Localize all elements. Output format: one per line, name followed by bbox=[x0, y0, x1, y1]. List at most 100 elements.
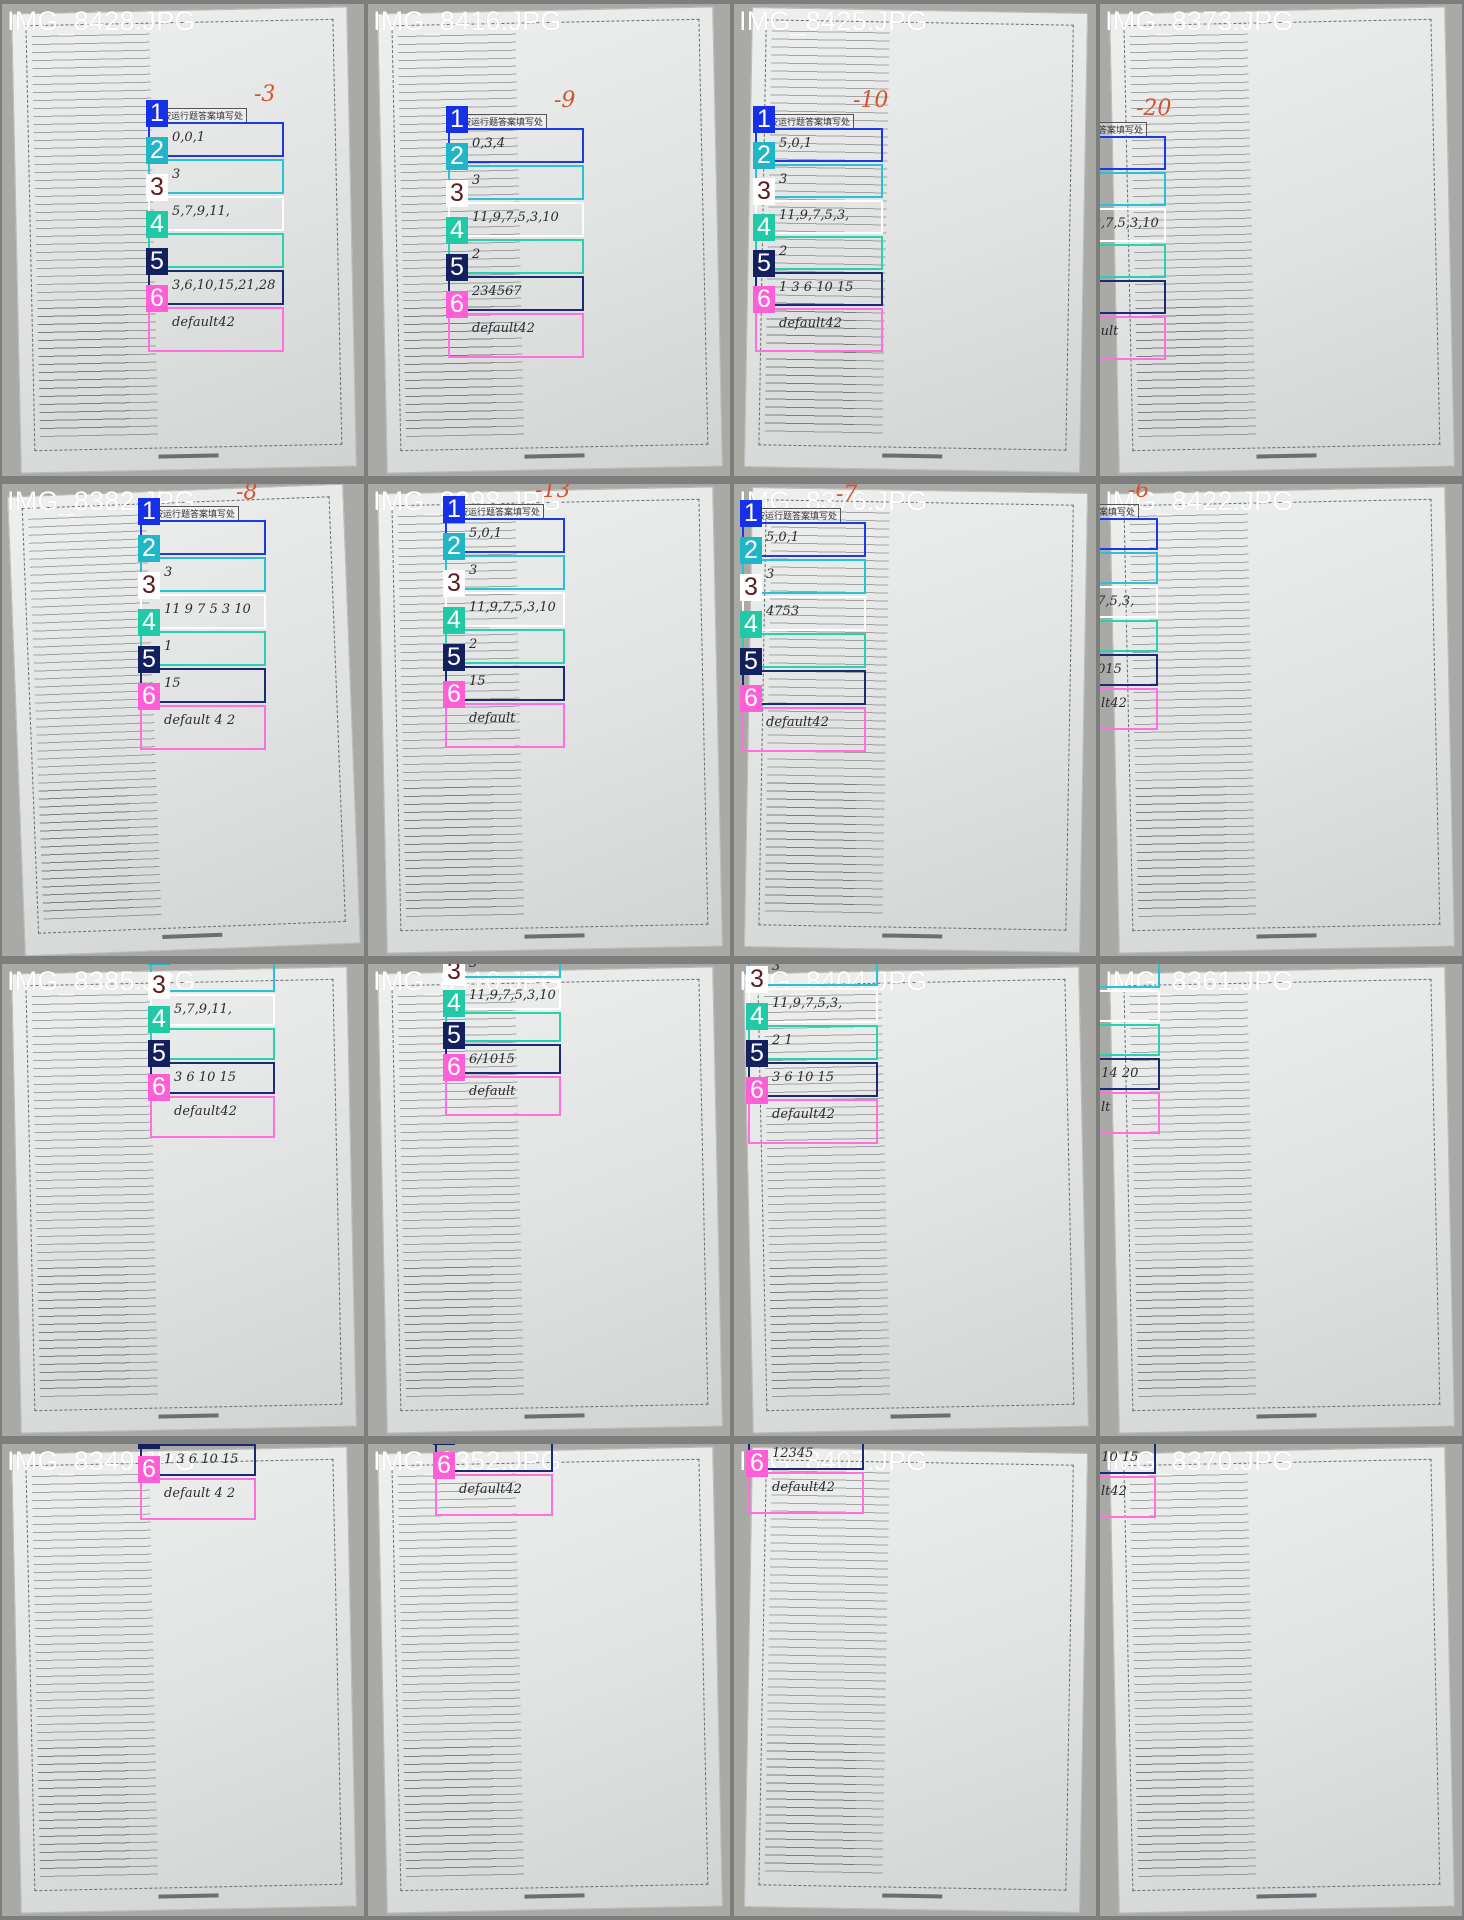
answer-box-4[interactable] bbox=[1100, 244, 1166, 278]
box-number-tag: 4 bbox=[138, 609, 160, 636]
filename-label: IMG_8373.JPG bbox=[1105, 6, 1294, 36]
box-number-tag: 5 bbox=[148, 1040, 170, 1067]
answer-area-header: 按运行题答案填写处 bbox=[752, 508, 842, 523]
printed-code-block bbox=[764, 777, 857, 909]
photo-tile[interactable]: IMG_8428.JPG 按运行题答案填写处 1 0,0,1 2 3 3 5,7,9,11, 4… bbox=[2, 4, 364, 476]
photo-tile[interactable]: IMG_8410.JPG按运行题答案填写处15,3,423311,9,7,5,3… bbox=[368, 964, 730, 1436]
page-footer bbox=[1256, 453, 1317, 459]
answer-box-2[interactable] bbox=[448, 165, 584, 200]
handwritten-answer: 5,7,9,11, bbox=[172, 204, 230, 219]
box-number-tag: 6 bbox=[740, 685, 762, 712]
box-number-tag: 6 bbox=[753, 286, 775, 313]
exam-paper-photo bbox=[1109, 1446, 1455, 1914]
answer-box-4[interactable] bbox=[448, 239, 584, 274]
handwritten-answer: 6/1015 bbox=[469, 1052, 515, 1067]
image-grid: IMG_8428.JPG 按运行题答案填写处 1 0,0,1 2 3 3 5,7,9,11, 4… bbox=[0, 0, 1464, 1920]
page-footer bbox=[524, 1413, 585, 1419]
answer-box-1[interactable] bbox=[448, 128, 584, 163]
page-footer bbox=[1256, 1413, 1317, 1419]
printed-code-block bbox=[38, 782, 134, 916]
box-number-tag: 5 bbox=[446, 254, 468, 281]
handwritten-answer: 11,9,7,5,3, bbox=[1100, 594, 1135, 609]
answer-box-4[interactable] bbox=[1100, 1024, 1160, 1056]
photo-tile[interactable]: IMG_8425.JPG 按运行题答案填写处 1 5,0,1 2 3 3 11,9,7,5,3… bbox=[734, 4, 1096, 476]
printed-code-block bbox=[1135, 781, 1228, 914]
handwritten-answer: 3 bbox=[766, 567, 775, 582]
answer-box-2[interactable] bbox=[148, 159, 284, 194]
handwritten-answer: 2 bbox=[779, 244, 788, 259]
photo-tile[interactable]: IMG_8382.JPG 按运行题答案填写处 1 2 3 3 11 9 7 5 3 10 4 1… bbox=[2, 484, 364, 956]
answer-box-1[interactable] bbox=[1100, 518, 1158, 550]
page-footer bbox=[882, 1893, 943, 1899]
photo-tile[interactable]: IMG_8361.JPG按运行题答案填写处125342 152 5 9 14 2… bbox=[1100, 964, 1462, 1436]
box-number-tag: 2 bbox=[446, 143, 468, 170]
photo-tile[interactable]: IMG_8407.JPG按运行题答案填写处13,0,123311,9,7,5,3… bbox=[734, 1444, 1096, 1916]
handwritten-answer: 4753 bbox=[766, 604, 800, 619]
handwritten-answer: 0,0,1 bbox=[172, 130, 206, 145]
answer-box-2[interactable] bbox=[1100, 964, 1160, 988]
page-footer bbox=[882, 453, 943, 459]
photo-tile[interactable]: IMG_8373.JPG按运行题答案填写处12311,9,7,5,3,10456… bbox=[1100, 4, 1462, 476]
box-number-tag: 4 bbox=[148, 1006, 170, 1033]
answer-box-4[interactable] bbox=[148, 233, 284, 268]
answer-area-header: 按运行题答案填写处 bbox=[158, 108, 248, 123]
handwritten-answer: 2 bbox=[472, 247, 481, 262]
box-number-tag: 5 bbox=[146, 248, 168, 275]
box-number-tag: 2 bbox=[148, 964, 170, 965]
box-number-tag: 4 bbox=[446, 217, 468, 244]
page-footer bbox=[158, 453, 219, 459]
grading-score-mark: -9 bbox=[554, 88, 576, 113]
handwritten-answer: default bbox=[1100, 1100, 1111, 1115]
handwritten-answer: default42 bbox=[459, 1482, 522, 1497]
handwritten-answer: 11,9,7,5,3,10 bbox=[469, 988, 556, 1003]
box-number-tag: 2 bbox=[740, 537, 762, 564]
page-footer bbox=[158, 1413, 219, 1419]
answer-box-4[interactable] bbox=[1100, 620, 1158, 652]
photo-tile[interactable]: IMG_8422.JPG按运行题答案填写处15,0,123311,9,7,5,3… bbox=[1100, 484, 1462, 956]
handwritten-answer: 3,6,10,15,21,28 bbox=[172, 278, 276, 293]
filename-label: IMG_8425.JPG bbox=[739, 6, 928, 36]
box-number-tag: 4 bbox=[443, 990, 465, 1017]
photo-tile[interactable]: IMG_8376.JPG 按运行题答案填写处 1 5,0,1 2 3 3 4753 4 5 6 def… bbox=[734, 484, 1096, 956]
page-footer bbox=[158, 1893, 219, 1899]
handwritten-answer: default42 bbox=[772, 1480, 835, 1495]
photo-tile[interactable]: IMG_8370.JPG按运行题答案填写处15,0,12333,5,7,9,11… bbox=[1100, 1444, 1462, 1916]
photo-tile[interactable]: IMG_8352.JPG按运行题答案填写处15,0,12334253456def… bbox=[368, 1444, 730, 1916]
photo-tile[interactable]: IMG_8416.JPG 按运行题答案填写处 1 0,3,4 2 3 3 11,9,7,5,3… bbox=[368, 4, 730, 476]
answer-box-2[interactable] bbox=[1100, 552, 1158, 584]
photo-tile[interactable]: IMG_8404.JPG按运行题答案填写处15,0,123311,9,7,5,3… bbox=[734, 964, 1096, 1436]
answer-box-1[interactable] bbox=[148, 122, 284, 157]
printed-code-block bbox=[764, 1737, 857, 1869]
answer-box-2[interactable] bbox=[1100, 172, 1166, 206]
photo-tile[interactable]: IMG_8385.JPG按运行题答案填写处15,0,1235,7,9,11,45… bbox=[2, 964, 364, 1436]
box-number-tag: 3 bbox=[148, 972, 170, 999]
printed-code-block bbox=[37, 301, 130, 434]
handwritten-answer: 15 bbox=[469, 674, 486, 689]
box-number-tag: 2 bbox=[753, 142, 775, 169]
handwritten-answer: default42 bbox=[766, 715, 829, 730]
answer-box-3[interactable] bbox=[1100, 990, 1160, 1022]
handwritten-answer: 1361015 bbox=[1100, 662, 1122, 677]
box-number-tag: 6 bbox=[746, 1077, 768, 1104]
box-number-tag: 5 bbox=[443, 644, 465, 671]
box-number-tag: 6 bbox=[746, 1450, 768, 1477]
handwritten-answer: 11,9,7,5,3, bbox=[772, 996, 843, 1011]
grading-score-mark: -20 bbox=[1136, 96, 1172, 121]
box-number-tag: 6 bbox=[433, 1452, 455, 1479]
handwritten-answer: 3 bbox=[779, 172, 788, 187]
page-footer bbox=[524, 453, 585, 459]
box-number-tag: 1 bbox=[443, 496, 465, 523]
box-number-tag: 3 bbox=[443, 570, 465, 597]
handwritten-answer: 11,9,7,5,3, bbox=[779, 208, 850, 223]
box-number-tag: 6 bbox=[138, 1456, 160, 1483]
box-number-tag: 3 bbox=[138, 572, 160, 599]
answer-box-1[interactable] bbox=[1100, 136, 1166, 170]
handwritten-answer: 1 bbox=[164, 639, 173, 654]
photo-tile[interactable]: IMG_8349.JPG按运行题答案填写处15,0,123311,9,7,5,3… bbox=[2, 1444, 364, 1916]
handwritten-answer: default42 bbox=[1100, 1484, 1127, 1499]
photo-tile[interactable]: IMG_8398.JPG 按运行题答案填写处 1 5,0,1 2 3 3 11,9,7,5,3… bbox=[368, 484, 730, 956]
answer-box-5[interactable] bbox=[1100, 280, 1166, 314]
filename-label: IMG_8416.JPG bbox=[373, 6, 562, 36]
handwritten-answer: 3 6 10 15 bbox=[174, 1070, 237, 1085]
box-number-tag: 5 bbox=[433, 1444, 455, 1445]
